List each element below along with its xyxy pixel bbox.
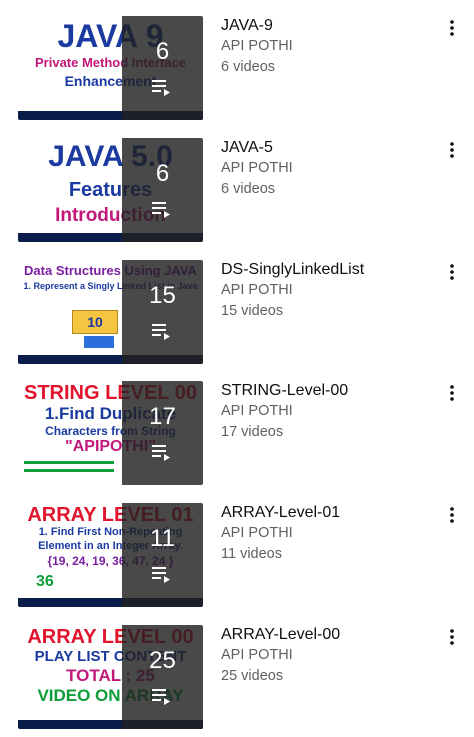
more-options-button[interactable] [440, 16, 464, 40]
thumb-text: 36 [36, 573, 54, 590]
playlist-count-overlay: 11 [122, 503, 203, 607]
thumb-line [24, 461, 114, 464]
playlist-title[interactable]: STRING-Level-00 [221, 381, 431, 401]
playlist-count-overlay: 6 [122, 16, 203, 120]
playlist-title[interactable]: JAVA-5 [221, 138, 431, 158]
channel-name[interactable]: API POTHI [221, 280, 431, 301]
more-options-button[interactable] [440, 625, 464, 649]
more-vert-icon [450, 507, 454, 523]
playlist-play-icon [151, 202, 170, 218]
more-vert-icon [450, 629, 454, 645]
video-count-text: 6 videos [221, 181, 276, 197]
thumb-line [24, 469, 114, 472]
playlist-play-icon [151, 445, 170, 461]
video-count-text: 17 videos [221, 424, 284, 440]
more-vert-icon [450, 20, 454, 36]
playlist-thumbnail[interactable]: Data Structures Using JAVA 1. Represent … [18, 260, 203, 364]
playlist-count-overlay: 25 [122, 625, 203, 729]
more-options-button[interactable] [440, 138, 464, 162]
channel-name[interactable]: API POTHI [221, 523, 431, 544]
playlist-item[interactable]: STRING LEVEL 00 1.Find Duplicate Charact… [0, 381, 474, 493]
channel-name[interactable]: API POTHI [221, 158, 431, 179]
playlist-title[interactable]: DS-SinglyLinkedList [221, 260, 431, 280]
playlist-video-count-badge: 15 [149, 282, 176, 309]
thumb-text: 10 [87, 314, 103, 330]
more-options-button[interactable] [440, 381, 464, 405]
playlist-video-count-badge: 6 [155, 160, 170, 187]
more-options-button[interactable] [440, 260, 464, 284]
playlist-thumbnail[interactable]: JAVA 9 Private Method Interface Enhancem… [18, 16, 203, 120]
channel-name[interactable]: API POTHI [221, 36, 431, 57]
video-count-text: 11 videos [221, 546, 282, 562]
playlist-item[interactable]: Data Structures Using JAVA 1. Represent … [0, 260, 474, 372]
playlist-play-icon [151, 567, 170, 583]
video-count-text: 6 videos [221, 59, 276, 75]
playlist-play-icon [151, 80, 170, 96]
playlist-item[interactable]: JAVA 9 Private Method Interface Enhancem… [0, 16, 474, 128]
more-vert-icon [450, 264, 454, 280]
playlist-item[interactable]: JAVA 5.0 Features Introduction 6 JAVA-5 … [0, 138, 474, 250]
playlist-count-overlay: 15 [122, 260, 203, 364]
playlist-item[interactable]: ARRAY LEVEL 00 PLAY LIST CONTENT TOTAL :… [0, 625, 474, 737]
playlist-count-overlay: 17 [122, 381, 203, 485]
video-count-text: 25 videos [221, 668, 284, 684]
more-vert-icon [450, 385, 454, 401]
more-vert-icon [450, 142, 454, 158]
playlist-play-icon [151, 324, 170, 340]
playlist-video-count-badge: 11 [150, 525, 175, 552]
playlist-title[interactable]: ARRAY-Level-01 [221, 503, 431, 523]
playlist-thumbnail[interactable]: STRING LEVEL 00 1.Find Duplicate Charact… [18, 381, 203, 485]
node-box: 10 [72, 310, 118, 334]
playlist-item[interactable]: ARRAY LEVEL 01 1. Find First Non-Repeati… [0, 503, 474, 615]
channel-name[interactable]: API POTHI [221, 401, 431, 422]
playlist-video-count-badge: 17 [149, 403, 176, 430]
playlist-thumbnail[interactable]: ARRAY LEVEL 01 1. Find First Non-Repeati… [18, 503, 203, 607]
node-data-cell [84, 336, 114, 348]
playlist-thumbnail[interactable]: ARRAY LEVEL 00 PLAY LIST CONTENT TOTAL :… [18, 625, 203, 729]
playlist-video-count-badge: 6 [155, 38, 170, 65]
playlist-thumbnail[interactable]: JAVA 5.0 Features Introduction 6 [18, 138, 203, 242]
playlist-video-count-badge: 25 [149, 647, 176, 674]
video-count-text: 15 videos [221, 303, 284, 319]
more-options-button[interactable] [440, 503, 464, 527]
playlist-title[interactable]: JAVA-9 [221, 16, 431, 36]
playlist-count-overlay: 6 [122, 138, 203, 242]
channel-name[interactable]: API POTHI [221, 645, 431, 666]
playlist-title[interactable]: ARRAY-Level-00 [221, 625, 431, 645]
playlist-play-icon [151, 689, 170, 705]
